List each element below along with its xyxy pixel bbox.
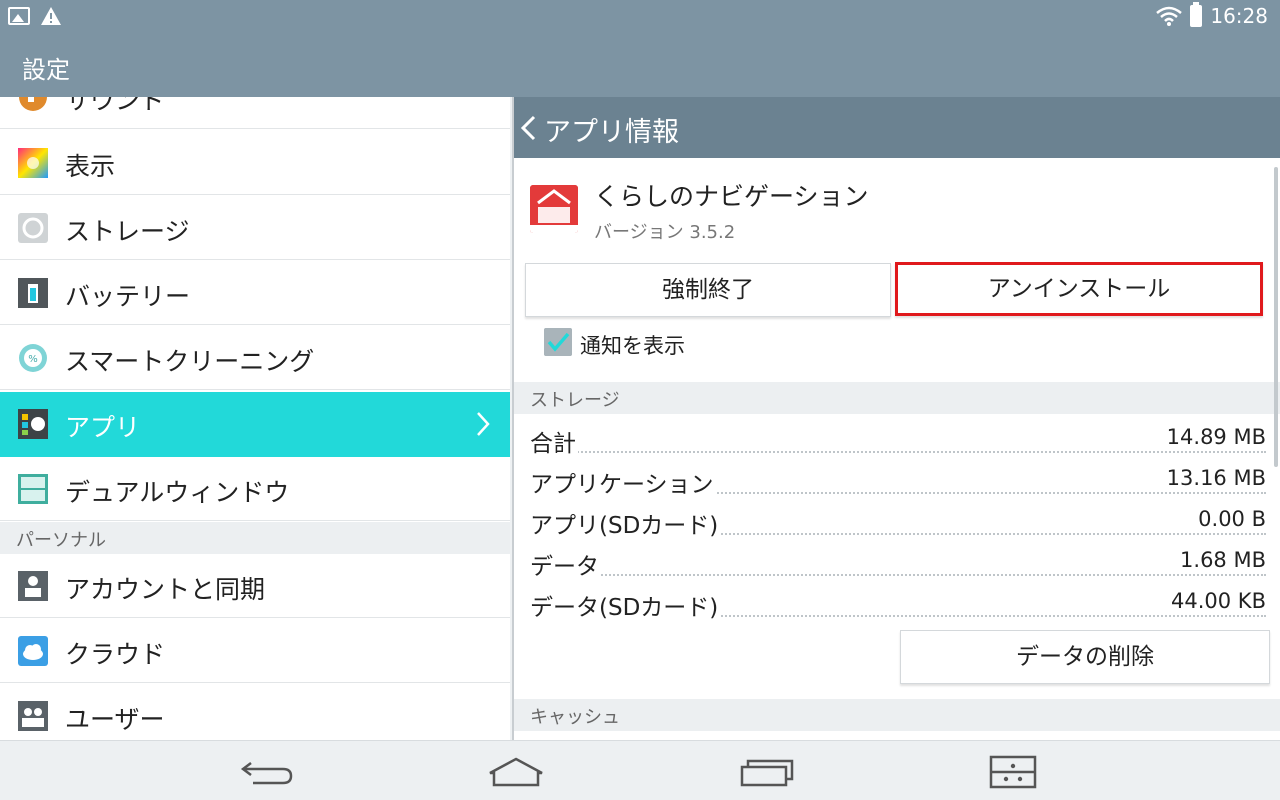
sidebar-item-label: ユーザー <box>65 705 165 734</box>
section-header-storage: ストレージ <box>514 382 1280 414</box>
storage-row-value: 14.89 MB <box>1164 425 1266 449</box>
sidebar-item-smart-cleaning[interactable]: % スマートクリーニング <box>0 326 510 390</box>
storage-row-label: データ <box>530 547 601 581</box>
sidebar-item-label: アプリ <box>65 413 141 442</box>
home-icon[interactable] <box>486 755 546 789</box>
sidebar-item-label: スマートクリーニング <box>65 347 315 376</box>
app-info-header[interactable]: アプリ情報 <box>514 97 1280 158</box>
status-bar: 16:28 <box>0 0 1280 34</box>
battery-icon <box>1190 2 1203 27</box>
back-icon[interactable] <box>237 755 297 789</box>
sidebar-item-label: ストレージ <box>65 217 190 246</box>
sidebar-item-label: デュアルウィンドウ <box>65 478 290 507</box>
app-icon <box>530 185 578 233</box>
sound-icon <box>19 97 47 111</box>
account-sync-icon <box>18 571 48 601</box>
force-stop-button[interactable]: 強制終了 <box>525 263 891 317</box>
sidebar-item-users[interactable]: ユーザー <box>0 684 510 740</box>
show-notifications-label[interactable]: 通知を表示 <box>580 330 685 360</box>
svg-text:%: % <box>28 354 38 365</box>
scrollbar[interactable] <box>1274 167 1278 467</box>
app-version: バージョン 3.5.2 <box>594 222 736 243</box>
storage-row-label: アプリ(SDカード) <box>530 506 721 540</box>
apps-icon <box>18 409 48 439</box>
sidebar-item-sound[interactable]: サウンド <box>0 97 510 129</box>
dual-window-icon <box>18 474 48 504</box>
sidebar-item-label: サウンド <box>65 97 166 115</box>
smart-cleaning-icon: % <box>19 344 47 372</box>
dual-window-toggle-icon[interactable] <box>982 755 1042 789</box>
title-bar: 設定 <box>0 34 1280 97</box>
display-icon <box>18 148 48 178</box>
sidebar-item-label: アカウントと同期 <box>65 575 266 604</box>
sidebar-item-dual-window[interactable]: デュアルウィンドウ <box>0 457 510 521</box>
sidebar-item-label: クラウド <box>65 640 166 669</box>
navigation-bar <box>0 740 1280 800</box>
storage-row-data: データ 1.68 MB <box>530 547 1266 583</box>
storage-row-value: 0.00 B <box>1196 507 1266 531</box>
clear-data-button[interactable]: データの削除 <box>900 630 1270 684</box>
battery-settings-icon <box>18 278 48 308</box>
clock: 16:28 <box>1210 4 1268 28</box>
storage-row-data-sd: データ(SDカード) 44.00 KB <box>530 588 1266 624</box>
sidebar-item-storage[interactable]: ストレージ <box>0 196 510 260</box>
back-chevron-icon[interactable] <box>520 115 536 141</box>
storage-row-application: アプリケーション 13.16 MB <box>530 465 1266 501</box>
uninstall-button[interactable]: アンインストール <box>895 262 1263 316</box>
warning-icon <box>41 7 61 25</box>
app-info-panel: アプリ情報 くらしのナビゲーション バージョン 3.5.2 強制終了 アンインス… <box>512 97 1280 740</box>
recent-apps-icon[interactable] <box>736 755 796 789</box>
cloud-icon <box>18 636 48 666</box>
wifi-icon <box>1156 6 1183 26</box>
app-info-title: アプリ情報 <box>544 117 679 148</box>
storage-row-value: 1.68 MB <box>1178 548 1266 572</box>
storage-row-total: 合計 14.89 MB <box>530 424 1266 460</box>
sidebar-item-display[interactable]: 表示 <box>0 131 510 195</box>
chevron-right-icon <box>477 412 490 436</box>
app-name: くらしのナビゲーション <box>594 182 869 211</box>
section-header-personal: パーソナル <box>0 522 510 554</box>
storage-row-app-sd: アプリ(SDカード) 0.00 B <box>530 506 1266 542</box>
page-title: 設定 <box>22 56 70 84</box>
sidebar-item-label: バッテリー <box>65 282 191 311</box>
storage-row-value: 13.16 MB <box>1164 466 1266 490</box>
storage-icon <box>18 213 48 243</box>
sidebar-item-account-sync[interactable]: アカウントと同期 <box>0 554 510 618</box>
section-header-cache: キャッシュ <box>514 699 1280 731</box>
storage-row-label: 合計 <box>530 424 578 458</box>
storage-row-value: 44.00 KB <box>1169 589 1266 613</box>
sidebar-item-cloud[interactable]: クラウド <box>0 619 510 683</box>
settings-list[interactable]: サウンド 表示 ストレージ バッテリー % スマートクリーニング アプリ デュア… <box>0 97 510 740</box>
sidebar-item-battery[interactable]: バッテリー <box>0 261 510 325</box>
show-notifications-checkbox[interactable] <box>544 328 572 356</box>
users-icon <box>18 701 48 731</box>
storage-row-label: アプリケーション <box>530 465 716 499</box>
storage-row-label: データ(SDカード) <box>530 588 721 622</box>
sidebar-item-apps[interactable]: アプリ <box>0 392 510 457</box>
sidebar-item-label: 表示 <box>65 152 116 181</box>
image-notification-icon <box>8 7 30 25</box>
